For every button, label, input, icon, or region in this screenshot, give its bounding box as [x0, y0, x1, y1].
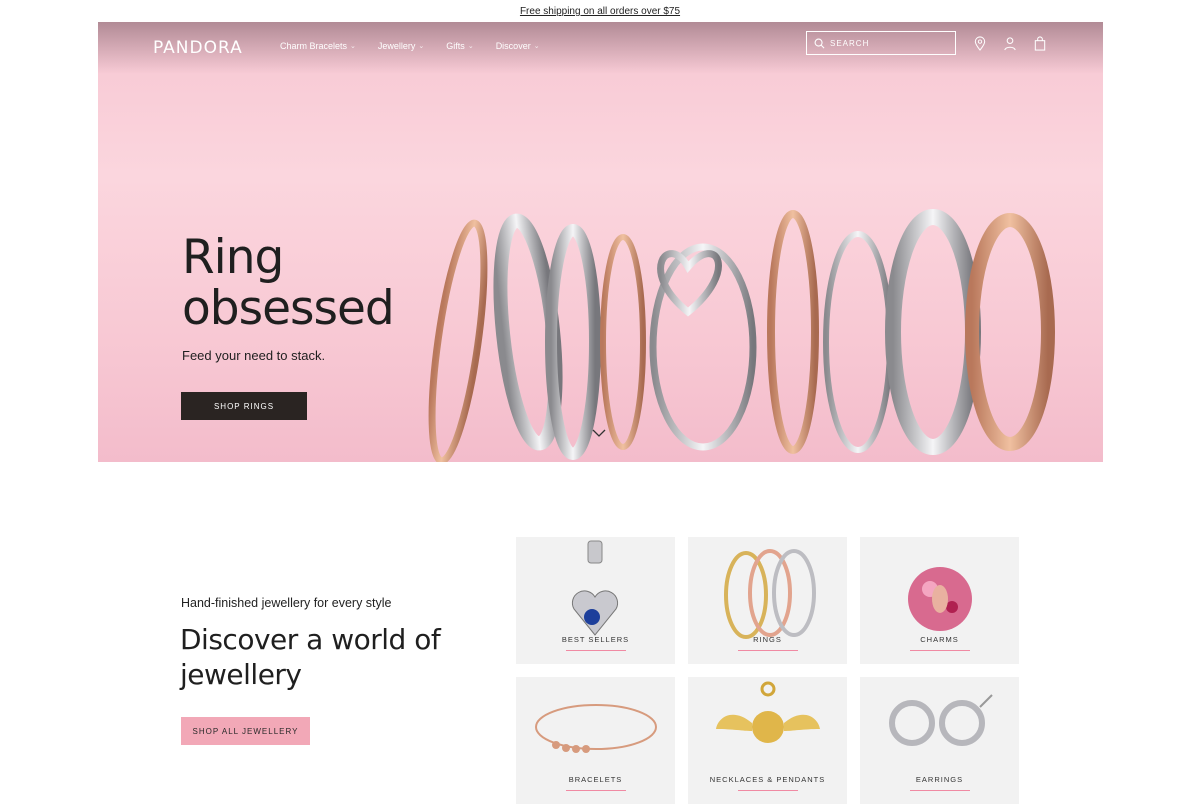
tile-underline: [565, 650, 626, 651]
tile-label: CHARMS: [920, 635, 959, 644]
hero-title: Ring obsessed: [182, 230, 395, 336]
search-placeholder: SEARCH: [830, 38, 870, 48]
location-pin-icon[interactable]: [973, 36, 987, 51]
chevron-down-icon: ⌄: [418, 43, 425, 50]
hero-title-line: Ring: [182, 230, 284, 285]
tile-label: BEST SELLERS: [561, 635, 630, 644]
tile-label: EARRINGS: [915, 775, 964, 784]
shopping-bag-icon[interactable]: [1033, 36, 1047, 51]
announcement-bar: Free shipping on all orders over $75: [0, 0, 1200, 22]
bracelet-image: [535, 704, 657, 753]
nav-label: Charm Bracelets: [280, 41, 348, 51]
charm-bead-image: [908, 567, 972, 631]
promo-kicker: Hand-finished jewellery for every style: [181, 596, 392, 610]
golden-snitch-pendant-image: [716, 681, 820, 743]
chevron-down-icon: ⌄: [467, 43, 474, 50]
stacked-rings-image: [428, 209, 1055, 462]
category-tile-charms[interactable]: CHARMS: [860, 537, 1019, 664]
nav-discover[interactable]: Discover ⌄: [496, 41, 540, 51]
search-input[interactable]: SEARCH: [806, 31, 956, 55]
tile-underline: [737, 790, 798, 791]
shop-rings-button[interactable]: SHOP RINGS: [181, 392, 307, 420]
hero-title-line: obsessed: [182, 281, 395, 336]
header-icons: [973, 36, 1047, 51]
promo-title: Discover a world of jewellery: [180, 622, 441, 692]
category-tile-rings[interactable]: RINGS: [688, 537, 847, 664]
search-icon: [814, 38, 825, 48]
shop-all-jewellery-button[interactable]: SHOP ALL JEWELLERY: [181, 717, 310, 745]
category-tile-bracelets[interactable]: BRACELETS: [516, 677, 675, 804]
nav-charm-bracelets[interactable]: Charm Bracelets ⌄: [280, 41, 356, 51]
tile-label: NECKLACES & PENDANTS: [709, 775, 826, 784]
nav-label: Jewellery: [377, 41, 416, 51]
nav-label: Discover: [495, 41, 531, 51]
main-nav: Charm Bracelets ⌄ Jewellery ⌄ Gifts ⌄ Disco…: [280, 41, 540, 51]
promo-title-line: jewellery: [180, 658, 302, 691]
tile-underline: [909, 790, 970, 791]
category-tile-earrings[interactable]: EARRINGS: [860, 677, 1019, 804]
chevron-down-icon: ⌄: [350, 43, 356, 50]
nav-jewellery[interactable]: Jewellery ⌄: [378, 41, 424, 51]
category-tile-best-sellers[interactable]: BEST SELLERS: [516, 537, 675, 664]
tile-label: BRACELETS: [568, 775, 623, 784]
scroll-down-chevron-icon[interactable]: [592, 428, 606, 438]
promo-title-line: Discover a world of: [180, 623, 441, 656]
hero-subtitle: Feed your need to stack.: [182, 348, 326, 363]
rings-image: [724, 549, 816, 639]
account-icon[interactable]: [1003, 36, 1017, 51]
category-tile-necklaces-pendants[interactable]: NECKLACES & PENDANTS: [688, 677, 847, 804]
tile-underline: [565, 790, 626, 791]
nav-gifts[interactable]: Gifts ⌄: [446, 41, 473, 51]
hero-banner: PANDORA Charm Bracelets ⌄ Jewellery ⌄ Gift…: [98, 22, 1103, 462]
stud-earrings-image: [889, 694, 993, 746]
tile-underline: [737, 650, 798, 651]
heart-charm-image: [571, 540, 619, 636]
free-shipping-link[interactable]: Free shipping on all orders over $75: [520, 6, 680, 17]
chevron-down-icon: ⌄: [533, 43, 540, 50]
tile-underline: [909, 650, 970, 651]
pandora-logo[interactable]: PANDORA: [153, 38, 243, 58]
nav-label: Gifts: [446, 41, 465, 51]
tile-label: RINGS: [753, 635, 782, 644]
